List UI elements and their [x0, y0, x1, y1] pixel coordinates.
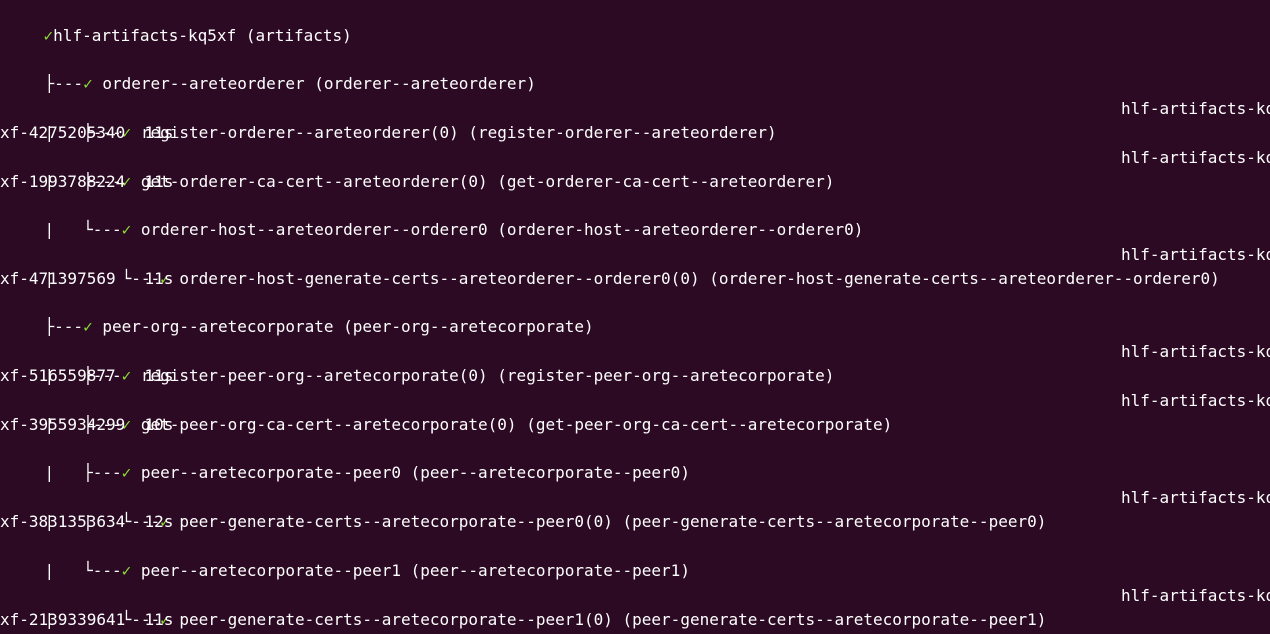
pod-name: hlf-artifacts-kq5 [1121, 391, 1270, 410]
pod-name: hlf-artifacts-kq5 [1121, 488, 1270, 507]
pod-tail: xf-471397569 11s [0, 269, 174, 288]
check-icon: ✓ [83, 74, 93, 93]
tree-row: | └---✓ orderer-host-generate-certs--are… [6, 243, 1220, 288]
node-name: peer-generate-certs--aretecorporate--pee… [179, 512, 1047, 531]
tree-row: ├---✓ peer-org--aretecorporate (peer-org… [6, 291, 594, 336]
pod-name: hlf-artifacts-kq5 [1121, 148, 1270, 167]
tree-row: | ├---✓ register-orderer--areteorderer(0… [6, 97, 777, 142]
tree-row: | ├---✓ get-peer-org-ca-cert--aretecorpo… [6, 389, 893, 434]
pod-name: hlf-artifacts-kq5 [1121, 245, 1270, 264]
check-icon: ✓ [121, 220, 132, 239]
pod-tail: xf-2139339641 11s [0, 610, 174, 629]
node-name: hlf-artifacts-kq5xf (artifacts) [53, 26, 352, 45]
tree-prefix: ├--- [44, 317, 84, 336]
pod-tail: xf-4275205340 11s [0, 123, 174, 142]
node-name: register-orderer--areteorderer(0) (regis… [140, 123, 777, 142]
pod-name: hlf-artifacts-kq5 [1121, 586, 1270, 605]
node-name: peer--aretecorporate--peer1 (peer--arete… [140, 561, 690, 580]
tree-row: | | └---✓ peer-generate-certs--aretecorp… [6, 486, 1047, 531]
node-name: orderer-host--areteorderer--orderer0 (or… [140, 220, 864, 239]
pod-name: hlf-artifacts-kq5 [1121, 342, 1270, 361]
tree-row: | └---✓ peer--aretecorporate--peer1 (pee… [6, 535, 690, 580]
pod-tail: xf-516559877 11s [0, 366, 174, 385]
tree-row: | ├---✓ get-orderer-ca-cert--areteordere… [6, 146, 835, 191]
terminal-window[interactable]: ✓hlf-artifacts-kq5xf (artifacts) ├---✓ o… [0, 0, 1270, 634]
tree-row: | └---✓ orderer-host--areteorderer--orde… [6, 194, 864, 239]
node-name: get-orderer-ca-cert--areteorderer(0) (ge… [140, 172, 835, 191]
pod-tail: xf-3955934299 10s [0, 415, 174, 434]
pod-tail: xf-3831353634 12s [0, 512, 174, 531]
check-icon: ✓ [43, 26, 54, 45]
tree-row: | ├---✓ register-peer-org--aretecorporat… [6, 340, 835, 385]
node-name: get-peer-org-ca-cert--aretecorporate(0) … [140, 415, 893, 434]
node-name: orderer--areteorderer (orderer--areteord… [102, 74, 536, 93]
tree-prefix: | └--- [44, 220, 122, 239]
tree-prefix: | ├--- [44, 463, 122, 482]
pod-tail: xf-1993788224 11s [0, 172, 174, 191]
tree-row: | └---✓ peer-generate-certs--aretecorpor… [6, 584, 1047, 629]
tree-prefix: | └--- [44, 561, 122, 580]
node-name: peer--aretecorporate--peer0 (peer--arete… [140, 463, 690, 482]
node-name: peer-generate-certs--aretecorporate--pee… [179, 610, 1047, 629]
pod-name: hlf-artifacts-kq5 [1121, 99, 1270, 118]
node-name: register-peer-org--aretecorporate(0) (re… [140, 366, 835, 385]
check-icon: ✓ [83, 317, 93, 336]
check-icon: ✓ [121, 463, 132, 482]
tree-row: ├---✓ orderer--areteorderer (orderer--ar… [6, 48, 536, 93]
node-name: peer-org--aretecorporate (peer-org--aret… [102, 317, 594, 336]
check-icon: ✓ [121, 561, 132, 580]
tree-row: | ├---✓ peer--aretecorporate--peer0 (pee… [6, 437, 690, 482]
tree-prefix: ├--- [44, 74, 84, 93]
node-name: orderer-host-generate-certs--areteordere… [179, 269, 1220, 288]
tree-row: ✓hlf-artifacts-kq5xf (artifacts) [5, 0, 352, 45]
